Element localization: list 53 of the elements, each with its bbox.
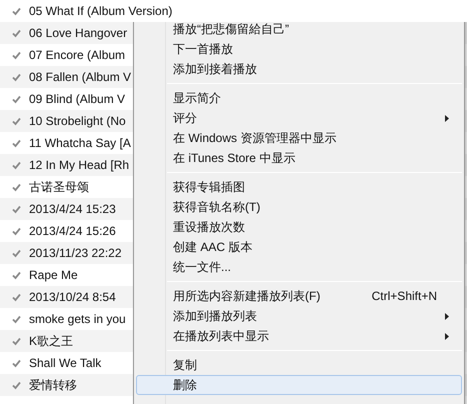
song-title: 2013/10/24 8:54	[29, 289, 116, 306]
menu-item[interactable]: 在 iTunes Store 中显示	[136, 148, 462, 168]
checkbox[interactable]	[12, 292, 21, 302]
song-title: 07 Encore (Album	[29, 47, 126, 64]
checkbox[interactable]	[12, 182, 21, 192]
song-title: 06 Love Hangover	[29, 25, 128, 42]
song-title: 2013/4/24 15:23	[29, 201, 116, 218]
checkbox[interactable]	[12, 50, 21, 60]
menu-item[interactable]: 复制	[136, 355, 462, 375]
song-title: 12 In My Head [Rh	[29, 157, 130, 174]
menu-item[interactable]: 添加到接着播放	[136, 59, 462, 79]
song-title: 08 Fallen (Album V	[29, 69, 132, 86]
song-title: 09 Blind (Album V	[29, 91, 126, 108]
menu-item[interactable]: 统一文件...	[136, 257, 462, 277]
menu-item[interactable]: 评分	[136, 108, 462, 128]
menu-item[interactable]: 获得专辑插图	[136, 177, 462, 197]
checkbox[interactable]	[12, 138, 21, 148]
song-title: 05 What If (Album Version)	[29, 4, 172, 18]
checkbox[interactable]	[12, 248, 21, 258]
song-title: 爱情转移	[29, 377, 77, 394]
menu-item[interactable]: 重设播放次数	[136, 217, 462, 237]
menu-item[interactable]: 下一首播放	[136, 39, 462, 59]
checkbox[interactable]	[12, 94, 21, 104]
checkbox[interactable]	[12, 160, 21, 170]
checkbox[interactable]	[12, 270, 21, 280]
checkbox[interactable]	[12, 204, 21, 214]
song-title: 2013/4/24 15:26	[29, 223, 116, 240]
checkbox[interactable]	[12, 6, 21, 16]
menu-item[interactable]: 在 Windows 资源管理器中显示	[136, 128, 462, 148]
menu-item[interactable]: 用所选内容新建播放列表(F) Ctrl+Shift+N	[136, 286, 462, 306]
menu-item[interactable]: 创建 AAC 版本	[136, 237, 462, 257]
menu-item[interactable]: 获得音轨名称(T)	[136, 197, 462, 217]
menu-item[interactable]: 播放“把悲傷留給自己”	[136, 19, 462, 39]
song-title: 11 Whatcha Say [A	[29, 135, 131, 152]
checkbox[interactable]	[12, 72, 21, 82]
song-title: 2013/11/23 22:22	[29, 245, 122, 262]
song-title: Shall We Talk	[29, 355, 102, 372]
checkbox[interactable]	[12, 336, 21, 346]
checkbox[interactable]	[12, 380, 21, 390]
menu-item[interactable]: 添加到播放列表	[136, 306, 462, 326]
song-title: 10 Strobelight (No	[29, 113, 126, 130]
menu-item[interactable]: 在播放列表中显示	[136, 326, 462, 346]
song-title: 古诺圣母颂	[29, 179, 89, 196]
menu-item[interactable]: 显示简介	[136, 88, 462, 108]
song-title: smoke gets in you	[29, 311, 126, 328]
checkbox[interactable]	[12, 226, 21, 236]
checkbox[interactable]	[12, 358, 21, 368]
menu-item[interactable]: 删除	[136, 375, 462, 395]
checkbox[interactable]	[12, 116, 21, 126]
song-title: Rape Me	[29, 267, 78, 284]
checkbox[interactable]	[12, 28, 21, 38]
checkbox[interactable]	[12, 314, 21, 324]
song-title: K歌之王	[29, 333, 74, 350]
